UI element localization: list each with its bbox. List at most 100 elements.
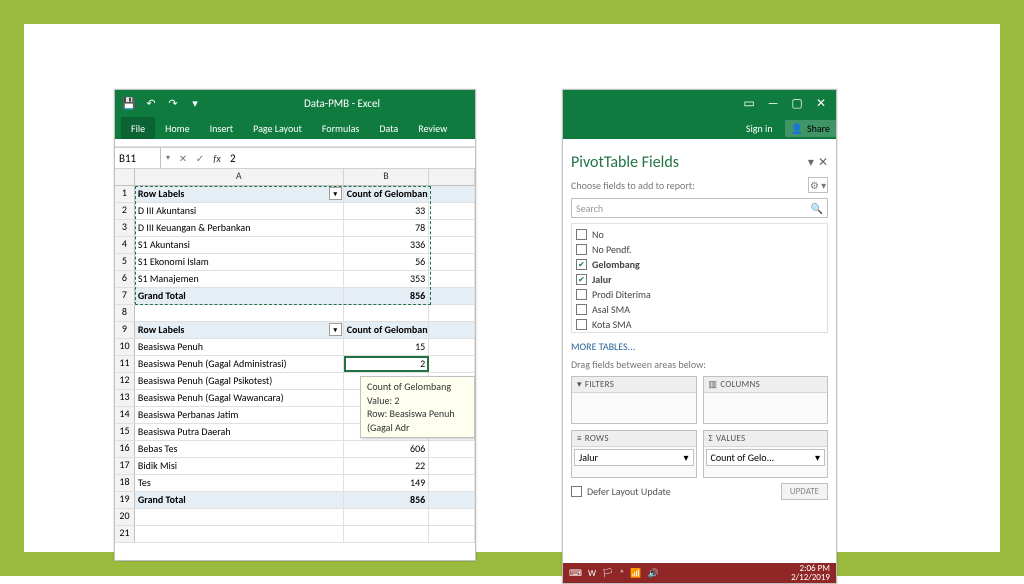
grid-row[interactable]: 11Beasiswa Penuh (Gagal Administrasi)2 [115,356,475,373]
grid-row[interactable]: 19Grand Total856 [115,492,475,509]
row-header[interactable]: 5 [115,254,135,270]
cell-a[interactable]: Row Labels▾ [135,322,344,338]
enter-icon[interactable]: ✓ [192,152,208,165]
flags-icon[interactable]: 🏳 [602,568,613,579]
update-button[interactable]: UPDATE [781,483,828,500]
grid-row[interactable]: 10Beasiswa Penuh15 [115,339,475,356]
grid-row[interactable]: 2D III Akuntansi33 [115,203,475,220]
cell-a[interactable]: Beasiswa Penuh (Gagal Administrasi) [135,356,344,372]
tab-review[interactable]: Review [408,117,457,139]
share-button[interactable]: 👤Share [785,120,836,137]
minimize-icon[interactable]: — [762,93,784,115]
cell-b[interactable]: 2 [344,356,430,372]
tab-home[interactable]: Home [155,117,199,139]
undo-icon[interactable]: ↶ [143,96,159,112]
cell-b[interactable]: 336 [344,237,430,253]
row-header[interactable]: 7 [115,288,135,304]
row-header[interactable]: 21 [115,526,135,542]
row-header[interactable]: 9 [115,322,135,338]
tray-clock[interactable]: 2:06 PM 2/12/2019 [791,564,830,583]
grid-row[interactable]: 9Row Labels▾Count of Gelombang [115,322,475,339]
row-header[interactable]: 12 [115,373,135,389]
pane-menu-icon[interactable]: ▾ [808,155,814,170]
tray-icons[interactable]: ⌨ W 🏳 ˄ 📶 🔊 [569,568,659,579]
row-header[interactable]: 2 [115,203,135,219]
grid-row[interactable]: 7Grand Total856 [115,288,475,305]
grid-row[interactable]: 8 [115,305,475,322]
row-header[interactable]: 15 [115,424,135,440]
field-item[interactable]: Asal SMA [574,302,825,317]
grid-row[interactable]: 18Tes149 [115,475,475,492]
grid-row[interactable]: 20 [115,509,475,526]
cell-a[interactable] [135,526,344,542]
chevron-up-icon[interactable]: ˄ [619,568,624,579]
grid-row[interactable]: 6S1 Manajemen353 [115,271,475,288]
col-hdr-b[interactable]: B [344,169,430,185]
field-checkbox[interactable] [576,274,587,285]
field-item[interactable]: No [574,227,825,242]
name-box-dropdown-icon[interactable]: ▾ [161,153,175,163]
keyboard-icon[interactable]: ⌨ [569,568,582,579]
cell-b[interactable]: Count of Gelombang [344,186,430,202]
tab-insert[interactable]: Insert [200,117,244,139]
cell-a[interactable]: Grand Total [135,492,344,508]
grid-row[interactable]: 4S1 Akuntansi336 [115,237,475,254]
cell-a[interactable]: D III Keuangan & Perbankan [135,220,344,236]
cell-a[interactable]: Beasiswa Penuh (Gagal Psikotest) [135,373,344,389]
row-header[interactable]: 14 [115,407,135,423]
field-item[interactable]: Prop SMA [574,332,825,333]
row-header[interactable]: 19 [115,492,135,508]
field-checkbox[interactable] [576,289,587,300]
tab-data[interactable]: Data [369,117,408,139]
select-all-corner[interactable] [115,169,135,185]
cell-a[interactable]: Tes [135,475,344,491]
field-list[interactable]: NoNo Pendf.GelombangJalurProdi DiterimaA… [571,223,828,333]
maximize-icon[interactable]: ▢ [786,93,808,115]
cell-a[interactable]: Bidik Misi [135,458,344,474]
grid-row[interactable]: 5S1 Ekonomi Islam56 [115,254,475,271]
row-header[interactable]: 11 [115,356,135,372]
tab-file[interactable]: File [121,117,155,139]
close-icon[interactable]: ✕ [810,93,832,115]
cell-a[interactable]: Grand Total [135,288,344,304]
grid-row[interactable]: 3D III Keuangan & Perbankan78 [115,220,475,237]
filter-dropdown-icon[interactable]: ▾ [329,323,342,336]
field-checkbox[interactable] [576,259,587,270]
cell-a[interactable]: Row Labels▾ [135,186,344,202]
cell-b[interactable]: 353 [344,271,430,287]
row-header[interactable]: 13 [115,390,135,406]
columns-area[interactable]: ▥COLUMNS [703,376,829,424]
values-area[interactable]: ΣVALUES Count of Gelo...▾ [703,430,829,478]
more-tables-link[interactable]: MORE TABLES... [571,338,828,353]
row-header[interactable]: 16 [115,441,135,457]
cell-b[interactable]: Count of Gelombang [344,322,430,338]
cell-b[interactable]: 56 [344,254,430,270]
tab-formulas[interactable]: Formulas [312,117,369,139]
cell-b[interactable] [344,526,430,542]
row-header[interactable]: 10 [115,339,135,355]
tab-page-layout[interactable]: Page Layout [243,117,312,139]
cell-a[interactable]: Beasiswa Penuh [135,339,344,355]
pane-close-icon[interactable]: ✕ [818,155,828,170]
grid-row[interactable]: 17Bidik Misi22 [115,458,475,475]
cell-a[interactable]: Beasiswa Perbanas Jatim [135,407,344,423]
cell-a[interactable] [135,305,344,321]
row-header[interactable]: 18 [115,475,135,491]
cell-a[interactable]: Beasiswa Putra Daerah [135,424,344,440]
cell-a[interactable] [135,509,344,525]
grid-row[interactable]: 21 [115,526,475,543]
cell-b[interactable]: 33 [344,203,430,219]
rows-area-value[interactable]: Jalur▾ [574,449,694,466]
sign-in-link[interactable]: Sign in [740,122,779,135]
cancel-icon[interactable]: ✕ [175,152,191,165]
gear-icon[interactable]: ⚙ ▾ [808,177,828,193]
field-item[interactable]: Jalur [574,272,825,287]
row-header[interactable]: 4 [115,237,135,253]
cell-a[interactable]: S1 Manajemen [135,271,344,287]
row-header[interactable]: 6 [115,271,135,287]
word-icon[interactable]: W [588,568,596,579]
wifi-icon[interactable]: 📶 [630,568,641,579]
defer-checkbox[interactable] [571,486,582,497]
row-header[interactable]: 17 [115,458,135,474]
field-checkbox[interactable] [576,244,587,255]
